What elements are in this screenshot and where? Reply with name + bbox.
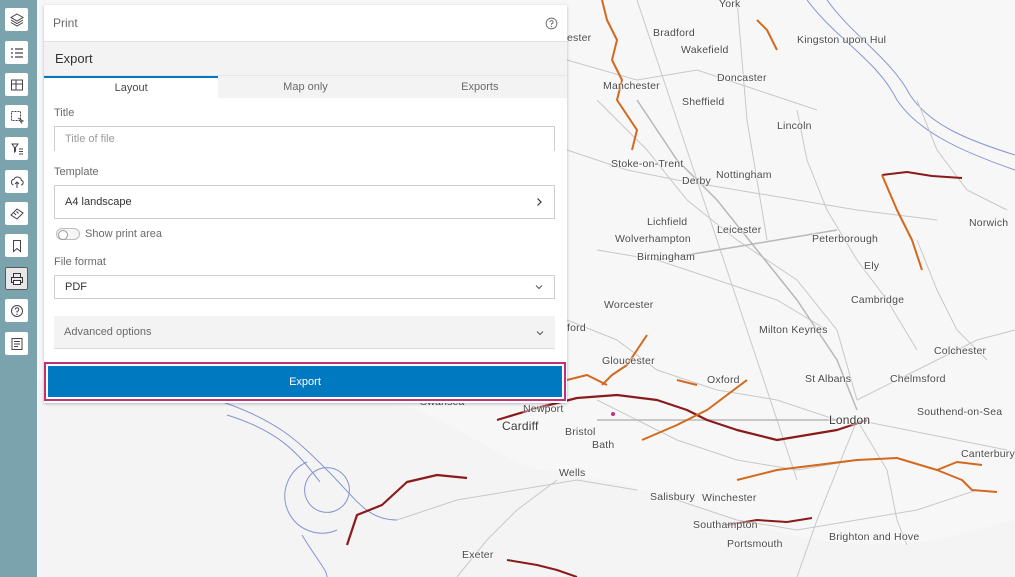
place-label: Ely xyxy=(864,260,880,272)
place-label: Kingston upon Hul xyxy=(797,34,887,46)
tab-bar: Layout Map only Exports xyxy=(44,75,567,98)
file-format-select[interactable]: PDF xyxy=(54,275,555,299)
select-icon[interactable] xyxy=(5,105,28,128)
chevron-down-icon xyxy=(536,331,544,336)
chevron-down-icon xyxy=(535,285,543,290)
print-panel: Print Export Layout Map only Exports Tit… xyxy=(44,5,567,403)
place-label: Southampton xyxy=(693,519,758,531)
show-print-area-label: Show print area xyxy=(85,228,163,240)
place-label: Chelmsford xyxy=(890,373,946,385)
place-label: Winchester xyxy=(702,492,757,504)
place-label: Bath xyxy=(592,439,615,451)
template-field-label: Template xyxy=(54,166,99,178)
place-label: Exeter xyxy=(462,549,494,561)
place-label: Lichfield xyxy=(647,216,688,228)
upload-icon[interactable] xyxy=(5,170,28,193)
title-field-label: Title xyxy=(54,107,75,119)
place-label: Milton Keynes xyxy=(759,324,828,336)
place-label: Bradford xyxy=(653,27,695,39)
legend-icon[interactable] xyxy=(5,41,28,64)
place-label: Birmingham xyxy=(637,251,696,263)
export-button-highlight: Export xyxy=(44,362,566,401)
place-label: Worcester xyxy=(604,299,654,311)
place-label: Wells xyxy=(559,467,586,479)
panel-help-icon[interactable] xyxy=(545,17,558,30)
place-label: Leicester xyxy=(717,224,762,236)
place-label: Colchester xyxy=(934,345,987,357)
location-marker xyxy=(611,412,615,416)
place-label: Oxford xyxy=(707,374,740,386)
place-label: Doncaster xyxy=(717,72,767,84)
place-label: York xyxy=(719,0,741,10)
advanced-options-label: Advanced options xyxy=(64,326,152,338)
help-icon[interactable] xyxy=(5,299,28,322)
place-label: ester xyxy=(567,32,592,44)
file-format-label: File format xyxy=(54,256,106,268)
place-label: Portsmouth xyxy=(727,538,783,550)
advanced-options-expander[interactable]: Advanced options xyxy=(54,316,555,349)
bookmark-icon[interactable] xyxy=(5,234,28,257)
title-input-placeholder: Title of file xyxy=(65,133,115,145)
template-selector[interactable]: A4 landscape xyxy=(54,185,555,219)
place-label: ford xyxy=(567,322,586,334)
place-label: Salisbury xyxy=(650,491,695,503)
title-input[interactable]: Title of file xyxy=(54,126,555,151)
place-label: St Albans xyxy=(805,373,852,385)
place-label: Wakefield xyxy=(681,44,729,56)
place-label: Bristol xyxy=(565,426,596,438)
basemap-icon[interactable] xyxy=(5,73,28,96)
show-print-area-toggle[interactable] xyxy=(56,228,80,240)
place-label: Sheffield xyxy=(682,96,725,108)
place-label: Norwich xyxy=(969,217,1009,229)
place-label: London xyxy=(829,413,871,427)
template-value: A4 landscape xyxy=(65,196,132,208)
panel-title: Print xyxy=(53,16,78,30)
left-toolbar xyxy=(0,0,37,577)
tab-exports[interactable]: Exports xyxy=(393,76,567,98)
filter-icon[interactable] xyxy=(5,137,28,160)
tab-layout[interactable]: Layout xyxy=(44,76,219,98)
place-label: Wolverhampton xyxy=(615,233,691,245)
place-label: Nottingham xyxy=(716,169,772,181)
place-label: Gloucester xyxy=(602,355,655,367)
place-label: Newport xyxy=(523,403,564,415)
place-label: Canterbury xyxy=(961,448,1015,460)
place-label: Brighton and Hove xyxy=(829,531,920,543)
place-label: Cambridge xyxy=(851,294,905,306)
layers-icon[interactable] xyxy=(5,8,28,31)
print-icon[interactable] xyxy=(5,267,28,290)
details-icon[interactable] xyxy=(5,332,28,355)
place-label: Manchester xyxy=(603,80,660,92)
place-label: Stoke-on-Trent xyxy=(611,158,684,170)
place-label: Cardiff xyxy=(502,419,539,433)
chevron-right-icon xyxy=(537,198,542,206)
place-label: Lincoln xyxy=(777,120,812,132)
export-button[interactable]: Export xyxy=(48,366,562,397)
file-format-value: PDF xyxy=(65,281,87,293)
measure-icon[interactable] xyxy=(5,202,28,225)
tab-map-only[interactable]: Map only xyxy=(218,76,392,98)
place-label: Peterborough xyxy=(812,233,879,245)
place-label: Derby xyxy=(682,175,712,187)
export-section-header: Export xyxy=(44,42,567,75)
panel-header: Print xyxy=(44,5,567,42)
place-label: Southend-on-Sea xyxy=(917,406,1003,418)
